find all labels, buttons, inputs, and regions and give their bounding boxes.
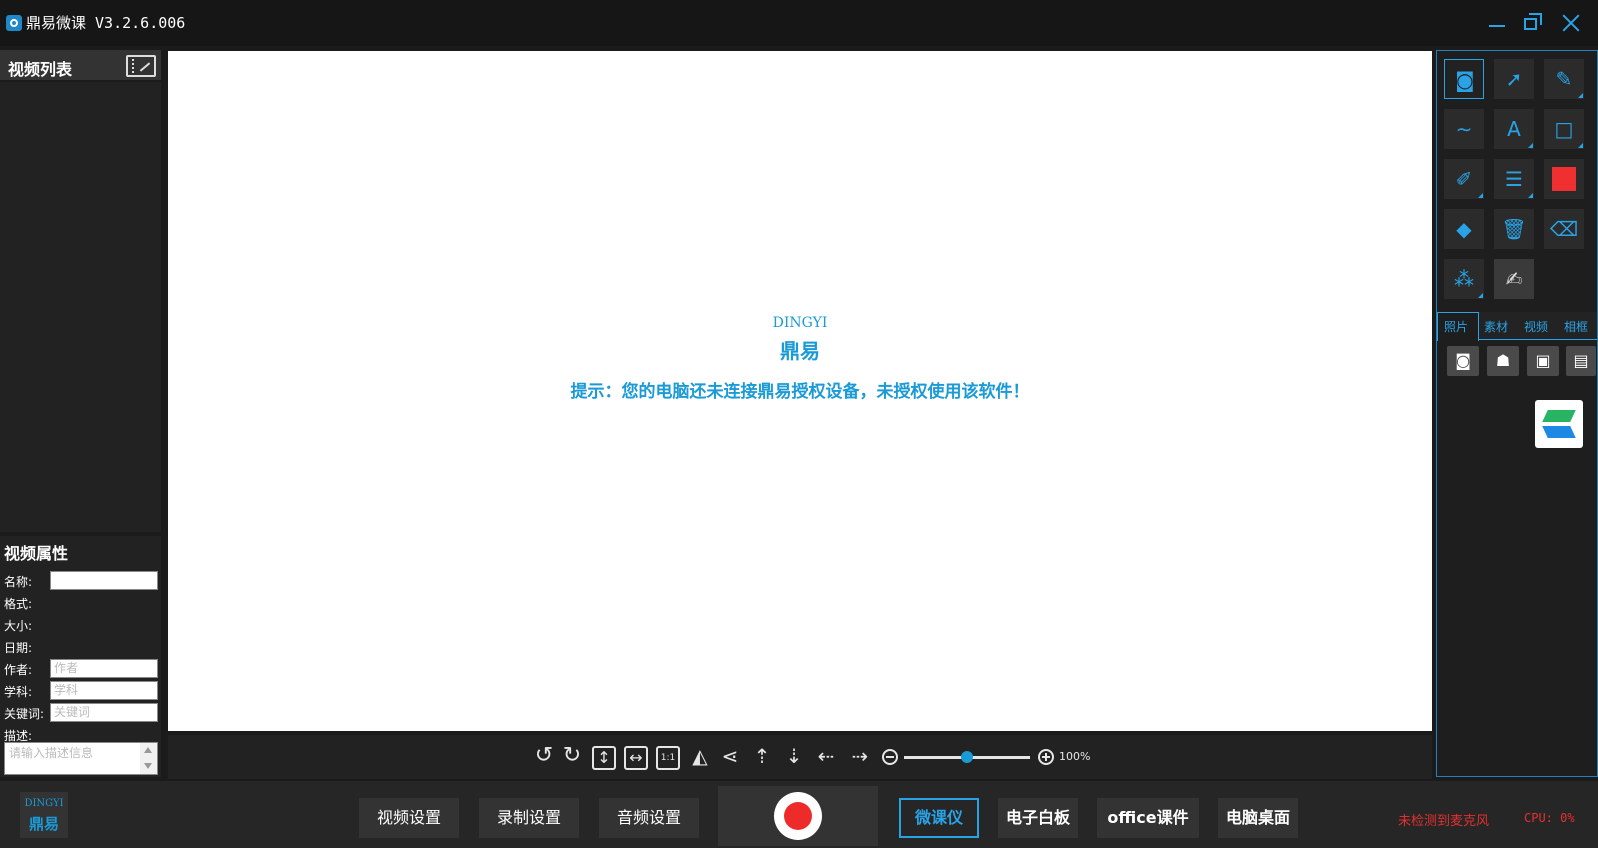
subject-label: 学科: (4, 685, 33, 699)
zoom-in-icon[interactable] (1038, 749, 1054, 765)
description-field[interactable]: 请输入描述信息 (4, 742, 158, 775)
license-notice: 提示：您的电脑还未连接鼎易授权设备，未授权使用该软件！ (570, 382, 1030, 402)
pencil-tool[interactable]: ✐ (1444, 159, 1484, 199)
video-list-panel[interactable] (0, 50, 161, 532)
tab-videos[interactable]: 视频 (1524, 318, 1548, 335)
restore-icon[interactable] (1520, 10, 1546, 36)
zoom-slider-thumb[interactable] (961, 751, 973, 763)
color-picker[interactable] (1544, 159, 1584, 199)
move-up-icon[interactable]: ⇡ (750, 746, 774, 770)
curve-tool[interactable]: ∼ (1444, 109, 1484, 149)
bottom-logo-cn: 鼎易 (28, 815, 59, 833)
portrait-icon: ☗ (1495, 351, 1511, 370)
portrait-photo-button[interactable]: ☗ (1487, 346, 1519, 376)
name-field[interactable] (50, 571, 158, 590)
actual-size-icon[interactable]: 1:1 (656, 746, 680, 770)
cpu-status: CPU: 0% (1524, 811, 1575, 825)
app-title: 鼎易微课 V3.2.6.006 (26, 14, 186, 32)
keywords-field[interactable]: 关键词 (50, 703, 158, 722)
folder-icon: ▤ (1573, 351, 1589, 370)
fit-width-icon[interactable]: ↔ (624, 746, 648, 770)
capture-photo-button[interactable]: ◙ (1447, 346, 1479, 376)
app-shortcut-icon[interactable] (1535, 400, 1583, 448)
record-button[interactable] (774, 792, 822, 840)
format-label: 格式: (4, 597, 33, 611)
trash-empty-icon: ⌫ (1549, 217, 1579, 241)
text-tool[interactable]: A (1494, 109, 1534, 149)
mode-whiteboard-button[interactable]: 电子白板 (998, 798, 1078, 838)
select-tool[interactable]: ➚ (1494, 59, 1534, 99)
canvas-brand-en: DINGYI (772, 315, 828, 331)
minimize-icon[interactable] (1484, 10, 1510, 36)
effects-tool[interactable]: ⁂ (1444, 259, 1484, 299)
keywords-label: 关键词: (4, 707, 45, 721)
app-window: 鼎易微课 V3.2.6.006 视频列表 视频属性 名称: 格式: 大小: 日期… (0, 0, 1598, 848)
move-down-icon[interactable]: ⇣ (782, 746, 806, 770)
cursor-arrow-icon: ➚ (1505, 67, 1523, 91)
signature-tool[interactable]: ✍ (1494, 259, 1534, 299)
preview-canvas[interactable]: DINGYI 鼎易 提示：您的电脑还未连接鼎易授权设备，未授权使用该软件！ (168, 51, 1432, 731)
screenshot-button[interactable]: ▣ (1527, 346, 1559, 376)
bottom-logo-en: DINGYI (24, 798, 64, 809)
zoom-level: 100% (1059, 750, 1091, 763)
name-label: 名称: (4, 575, 33, 589)
flip-vertical-icon[interactable]: ⋖ (718, 746, 742, 770)
delete-selected-tool[interactable]: 🗑 (1494, 209, 1534, 249)
close-icon[interactable] (1558, 10, 1584, 36)
zoom-out-icon[interactable] (882, 749, 898, 765)
line-width-tool[interactable]: ☰ (1494, 159, 1534, 199)
shape-tool[interactable]: □ (1544, 109, 1584, 149)
mouse-icon: ◙ (1455, 68, 1475, 92)
tab-frames[interactable]: 相框 (1564, 318, 1588, 335)
film-edit-icon[interactable] (126, 55, 156, 77)
video-list-title: 视频列表 (8, 60, 73, 79)
video-properties-title: 视频属性 (4, 544, 69, 563)
open-folder-button[interactable]: ▤ (1566, 346, 1596, 376)
fit-height-icon[interactable]: ↕ (592, 746, 616, 770)
tab-materials[interactable]: 素材 (1484, 318, 1508, 335)
eraser-icon: ◆ (1456, 217, 1472, 241)
clear-all-tool[interactable]: ⌫ (1544, 209, 1584, 249)
date-label: 日期: (4, 641, 33, 655)
briefcase-icon: ▣ (1535, 351, 1551, 370)
pen-tool[interactable]: ✎ (1544, 59, 1584, 99)
video-settings-button[interactable]: 视频设置 (359, 798, 459, 838)
mouse-tool[interactable]: ◙ (1444, 59, 1484, 99)
canvas-brand-cn: 鼎易 (780, 339, 820, 363)
app-logo-icon (6, 15, 22, 31)
camera-icon: ◙ (1455, 351, 1471, 370)
move-left-icon[interactable]: ⇠ (814, 746, 838, 770)
description-scrollbar[interactable] (140, 743, 157, 774)
subject-field[interactable]: 学科 (50, 681, 158, 700)
flip-horizontal-icon[interactable]: ◭ (688, 746, 712, 770)
title-bar[interactable] (0, 0, 1598, 46)
move-right-icon[interactable]: ⇢ (848, 746, 872, 770)
record-settings-button[interactable]: 录制设置 (479, 798, 579, 838)
author-label: 作者: (4, 663, 33, 677)
trash-icon: 🗑 (1501, 217, 1527, 241)
mode-micro-course-button[interactable]: 微课仪 (899, 798, 979, 838)
mode-office-button[interactable]: office课件 (1097, 798, 1199, 838)
color-swatch (1552, 167, 1576, 191)
mic-status: 未检测到麦克风 (1398, 814, 1490, 829)
tab-photos[interactable]: 照片 (1444, 318, 1468, 335)
hand-writing-icon: ✍ (1505, 267, 1523, 291)
rotate-left-icon[interactable]: ↺ (532, 745, 556, 770)
size-label: 大小: (4, 619, 33, 633)
eraser-tool[interactable]: ◆ (1444, 209, 1484, 249)
rotate-right-icon[interactable]: ↻ (560, 745, 584, 770)
audio-settings-button[interactable]: 音频设置 (599, 798, 699, 838)
mode-desktop-button[interactable]: 电脑桌面 (1218, 798, 1298, 838)
author-field[interactable]: 作者 (50, 659, 158, 678)
curve-icon: ∼ (1455, 117, 1473, 141)
